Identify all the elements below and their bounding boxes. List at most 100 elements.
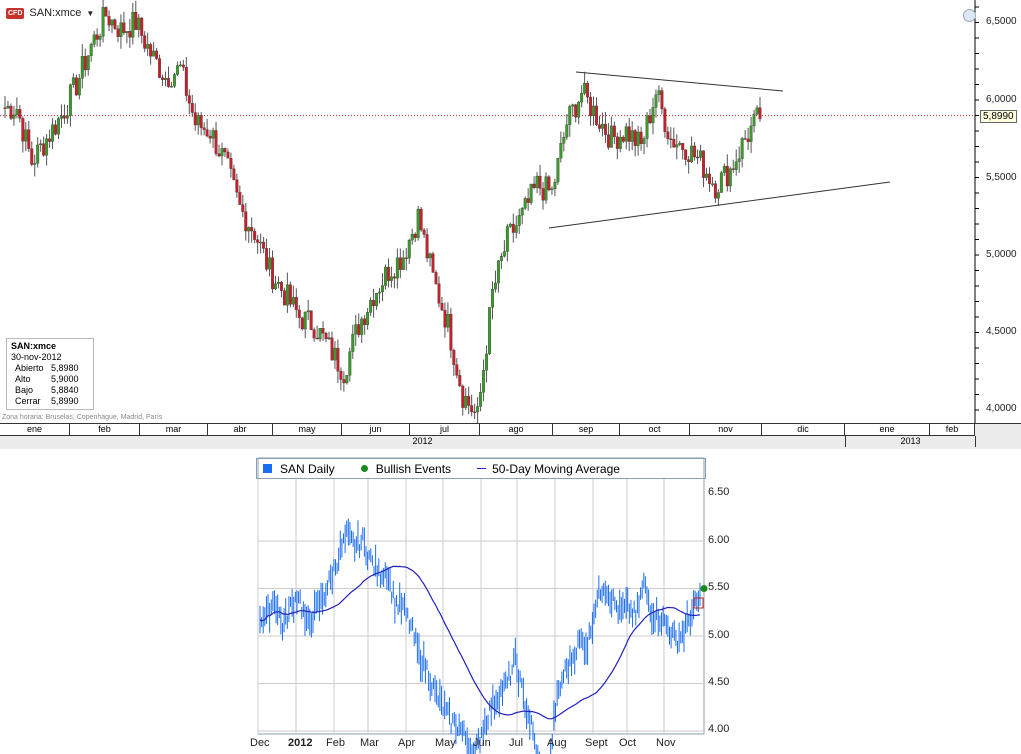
candle bbox=[27, 129, 31, 149]
candle bbox=[12, 114, 16, 119]
candle bbox=[345, 375, 349, 384]
candle bbox=[187, 95, 191, 104]
month-cell: mar bbox=[140, 424, 208, 436]
candle bbox=[547, 176, 551, 191]
candle bbox=[24, 129, 28, 142]
candle bbox=[624, 126, 628, 142]
clock-icon[interactable] bbox=[963, 9, 976, 22]
candle bbox=[589, 96, 593, 117]
candle bbox=[496, 260, 500, 284]
candle bbox=[431, 253, 435, 273]
candle bbox=[621, 137, 625, 142]
candle bbox=[229, 158, 233, 169]
dropdown-caret-icon: ▼ bbox=[86, 8, 95, 18]
year-cell: 2012 bbox=[0, 436, 846, 447]
candle bbox=[312, 329, 316, 339]
candle bbox=[333, 347, 337, 361]
candle bbox=[669, 138, 673, 140]
candle bbox=[752, 113, 756, 127]
candle bbox=[544, 176, 548, 201]
candle bbox=[175, 65, 179, 75]
candle bbox=[57, 118, 60, 135]
candle bbox=[660, 90, 664, 110]
candle bbox=[440, 303, 444, 311]
candle bbox=[523, 198, 527, 209]
candle bbox=[437, 283, 441, 304]
candle bbox=[586, 83, 590, 98]
candle bbox=[639, 131, 643, 144]
candle bbox=[488, 307, 491, 355]
candle bbox=[285, 284, 289, 306]
legend-label: Bullish Events bbox=[375, 461, 452, 476]
candle bbox=[80, 56, 84, 79]
candle bbox=[749, 125, 753, 142]
candle bbox=[128, 31, 132, 38]
candle bbox=[184, 67, 188, 96]
candle bbox=[214, 130, 218, 154]
month-cell: sep bbox=[553, 424, 620, 436]
candle bbox=[268, 257, 271, 270]
candle bbox=[583, 83, 587, 94]
candle bbox=[42, 143, 46, 156]
candle bbox=[603, 123, 607, 135]
candle bbox=[306, 310, 310, 313]
candle bbox=[318, 328, 322, 340]
trendline-upper bbox=[575, 71, 784, 92]
candle bbox=[253, 230, 257, 240]
candle bbox=[407, 239, 411, 259]
candle bbox=[550, 188, 554, 191]
candle bbox=[3, 107, 7, 109]
candle bbox=[419, 208, 423, 231]
candlestick-chart[interactable] bbox=[0, 0, 1021, 423]
candle bbox=[612, 125, 616, 137]
candle bbox=[140, 17, 144, 36]
candle bbox=[235, 179, 239, 193]
candle bbox=[375, 292, 379, 307]
candle bbox=[392, 276, 396, 279]
candle bbox=[119, 22, 123, 37]
y-tick: 6,5000 bbox=[986, 16, 1017, 27]
candle bbox=[294, 297, 298, 311]
candle bbox=[288, 284, 292, 305]
info-key: Abierto bbox=[15, 363, 44, 373]
candle bbox=[758, 107, 762, 120]
year-cell: 2013 bbox=[846, 436, 976, 447]
candle bbox=[491, 289, 494, 308]
month-cell: ene bbox=[0, 424, 70, 436]
time-axis[interactable]: 2012 2013 ene feb mar abr may jun jul ago sep oct… bbox=[0, 423, 1021, 449]
y-tick: 5,5000 bbox=[986, 172, 1017, 183]
x-tick: Mar bbox=[360, 737, 379, 749]
candle bbox=[538, 175, 542, 189]
legend-san-daily: SAN Daily bbox=[263, 462, 335, 476]
month-cell: oct bbox=[620, 424, 690, 436]
candle bbox=[15, 109, 19, 116]
candle bbox=[675, 144, 679, 148]
candle bbox=[339, 371, 343, 380]
candle bbox=[274, 283, 277, 290]
candle bbox=[654, 94, 658, 108]
candle bbox=[348, 351, 352, 376]
candle bbox=[48, 138, 52, 142]
legend-bullish-events: Bullish Events bbox=[360, 461, 452, 476]
candle bbox=[705, 173, 708, 178]
candle bbox=[725, 166, 729, 187]
candle bbox=[395, 257, 399, 279]
candle bbox=[247, 227, 251, 232]
chart-legend: SAN Daily Bullish Events 50-Day Moving A… bbox=[256, 458, 706, 479]
candle bbox=[107, 16, 111, 26]
bar-chart[interactable] bbox=[0, 448, 1021, 754]
candle bbox=[648, 115, 652, 124]
candle bbox=[330, 337, 334, 361]
candle bbox=[244, 211, 248, 232]
symbol-selector[interactable]: CFD SAN:xmce ▼ bbox=[6, 7, 94, 19]
candle bbox=[743, 138, 747, 140]
candle bbox=[464, 396, 468, 408]
candle bbox=[74, 77, 78, 96]
square-icon bbox=[263, 464, 272, 473]
candle bbox=[535, 175, 539, 188]
candle bbox=[271, 257, 274, 290]
candle bbox=[291, 297, 295, 305]
candle bbox=[92, 34, 96, 45]
candle bbox=[574, 104, 578, 118]
candle bbox=[98, 36, 102, 40]
